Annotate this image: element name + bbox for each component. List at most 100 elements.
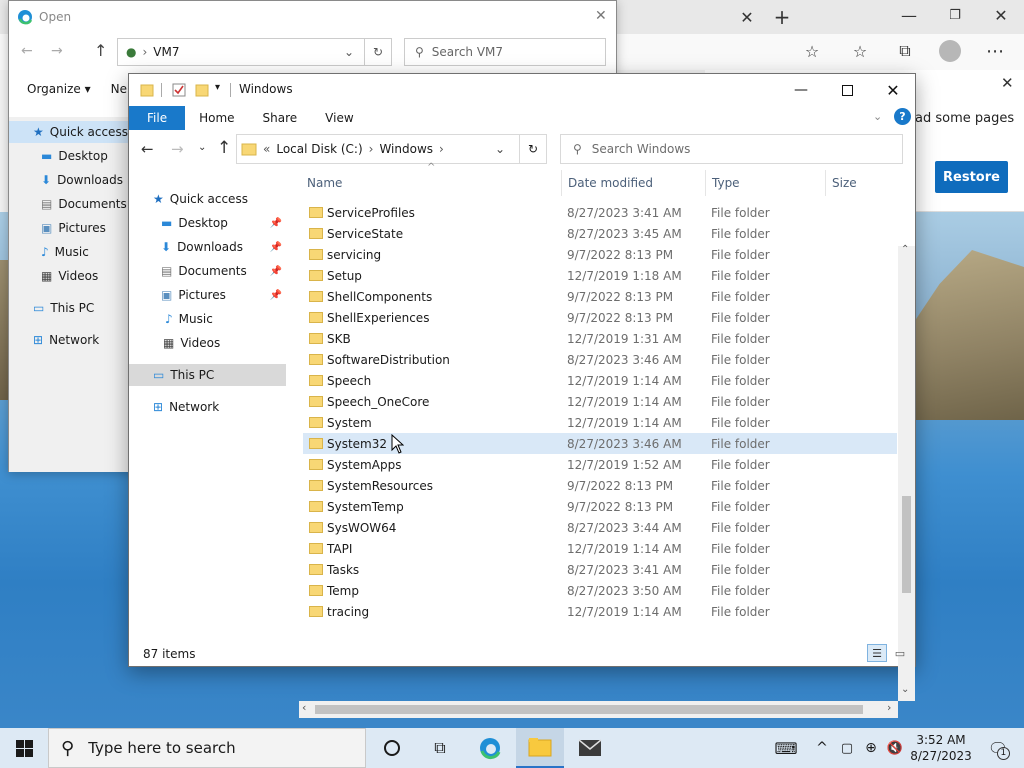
nav-this-pc[interactable]: ▭ This PC [129,364,286,386]
keyboard-icon[interactable]: ⌨ [764,728,808,768]
new-tab-icon[interactable]: + [770,5,794,29]
column-separator[interactable] [561,170,562,196]
back-arrow-icon[interactable]: ← [21,43,33,59]
column-separator[interactable] [825,170,826,196]
action-center-icon[interactable]: 🗨1 [978,728,1018,768]
show-hidden-icons-chevron-icon[interactable]: ^ [810,728,834,768]
nav-videos[interactable]: ▦ Videos [129,332,286,354]
vertical-scroll-thumb[interactable] [902,496,911,593]
column-header-date[interactable]: Date modified [568,170,653,196]
table-row[interactable]: Speech_OneCore 12/7/2019 1:14 AM File fold… [303,391,897,412]
properties-check-icon[interactable] [172,83,186,97]
open-dialog-close-icon[interactable]: ✕ [595,8,607,24]
table-row[interactable]: ShellComponents 9/7/2022 8:13 PM File fold… [303,286,897,307]
qat-dropdown-icon[interactable]: ▾ [215,82,220,93]
table-row[interactable]: TAPI 12/7/2019 1:14 AM File folder [303,538,897,559]
address-dropdown-icon[interactable]: ⌄ [344,45,354,59]
restore-window-icon[interactable]: ❐ [943,3,967,27]
open-nav-this-pc[interactable]: ▭ This PC [9,297,130,319]
table-row[interactable]: SoftwareDistribution 8/27/2023 3:46 AM Fil… [303,349,897,370]
column-header-name[interactable]: Name [307,170,342,196]
file-explorer-taskbar-icon[interactable] [516,728,564,768]
close-button[interactable]: ✕ [870,74,916,106]
tab-view[interactable]: View [311,106,367,130]
refresh-button[interactable]: ↻ [519,134,547,164]
recent-locations-icon[interactable]: ⌄ [198,142,206,153]
tab-file[interactable]: File [129,106,186,130]
expand-ribbon-icon[interactable]: ⌄ [873,110,882,123]
open-dialog-refresh-button[interactable]: ↻ [364,38,392,66]
table-row[interactable]: tracing 12/7/2019 1:14 AM File folder [303,601,897,622]
table-row[interactable]: System 12/7/2019 1:14 AM File folder [303,412,897,433]
table-row[interactable]: Speech 12/7/2019 1:14 AM File folder [303,370,897,391]
forward-button[interactable]: → [171,140,184,158]
breadcrumb-drive[interactable]: Local Disk (C:) [276,142,362,156]
open-nav-downloads[interactable]: ⬇ Downloads [9,169,130,191]
table-row[interactable]: SysWOW64 8/27/2023 3:44 AM File folder [303,517,897,538]
nav-music[interactable]: ♪ Music [129,308,286,330]
table-row[interactable]: ServiceProfiles 8/27/2023 3:41 AM File fol… [303,202,897,223]
nav-desktop[interactable]: ▬ Desktop 📌 [129,212,286,234]
maximize-button[interactable] [824,74,870,106]
close-icon[interactable]: ✕ [989,3,1013,27]
edge-taskbar-icon[interactable] [466,728,514,768]
pin-icon[interactable]: 📌 [270,242,282,253]
profile-avatar-icon[interactable] [938,39,962,63]
tab-home[interactable]: Home [185,106,248,130]
open-dialog-search-box[interactable]: ⚲ Search VM7 [404,38,606,66]
help-icon[interactable]: ? [894,108,911,125]
forward-arrow-icon[interactable]: → [51,43,63,59]
up-button[interactable]: ↑ [217,138,231,158]
meet-now-icon[interactable]: ▢ [836,728,858,768]
network-globe-icon[interactable]: ⊕ [860,728,882,768]
organize-button[interactable]: Organize ▾ [27,82,91,96]
details-view-icon[interactable]: ☰ [867,644,887,662]
cortana-icon[interactable] [368,728,416,768]
table-row[interactable]: SKB 12/7/2019 1:31 AM File folder [303,328,897,349]
open-nav-pictures[interactable]: ▣ Pictures [9,217,130,239]
table-row[interactable]: servicing 9/7/2022 8:13 PM File folder [303,244,897,265]
nav-downloads[interactable]: ⬇ Downloads 📌 [129,236,286,258]
open-dialog-address-bar[interactable]: ● › VM7 ⌄ [117,38,365,66]
table-row[interactable]: SystemResources 9/7/2022 8:13 PM File fold… [303,475,897,496]
table-row[interactable]: Temp 8/27/2023 3:50 AM File folder [303,580,897,601]
new-folder-button[interactable]: Ne [111,82,127,96]
scroll-down-icon[interactable]: ⌄ [901,684,909,695]
address-dropdown-icon[interactable]: ⌄ [495,142,505,156]
nav-quick-access[interactable]: ★ Quick access [129,188,286,210]
breadcrumb-folder[interactable]: Windows [379,142,433,156]
table-row[interactable]: SystemTemp 9/7/2022 8:13 PM File folder [303,496,897,517]
panel-close-icon[interactable]: ✕ [1001,74,1014,92]
start-button[interactable] [0,728,48,768]
tab-share[interactable]: Share [249,106,312,130]
more-options-icon[interactable]: ⋯ [983,39,1007,63]
scroll-up-icon[interactable]: ⌃ [901,244,909,255]
table-row[interactable]: ShellExperiences 9/7/2022 8:13 PM File fol… [303,307,897,328]
table-row[interactable]: Tasks 8/27/2023 3:41 AM File folder [303,559,897,580]
horizontal-scrollbar[interactable]: ‹ › [299,701,898,718]
column-header-type[interactable]: Type [712,170,740,196]
task-view-icon[interactable]: ⧉ [416,728,464,768]
favorites-icon[interactable]: ☆ [848,39,872,63]
collections-icon[interactable]: ⧉ [893,39,917,63]
breadcrumb-chevron[interactable]: › [369,142,374,156]
large-icons-view-icon[interactable]: ▭ [891,644,909,662]
back-button[interactable]: ← [141,140,154,158]
vertical-scrollbar[interactable]: ⌃ ⌄ [898,244,915,701]
minimize-button[interactable]: — [778,74,824,106]
tab-close-icon[interactable]: ✕ [735,5,759,29]
table-row[interactable]: Setup 12/7/2019 1:18 AM File folder [303,265,897,286]
restore-button[interactable]: Restore [935,161,1008,193]
nav-documents[interactable]: ▤ Documents 📌 [129,260,286,282]
new-folder-qat-icon[interactable] [195,83,209,97]
breadcrumb-overflow[interactable]: « [263,142,270,156]
open-nav-desktop[interactable]: ▬ Desktop [9,145,130,167]
pin-icon[interactable]: 📌 [270,266,282,277]
scroll-left-icon[interactable]: ‹ [302,701,306,714]
breadcrumb-chevron-2[interactable]: › [439,142,444,156]
open-nav-music[interactable]: ♪ Music [9,241,130,263]
nav-pictures[interactable]: ▣ Pictures 📌 [129,284,286,306]
search-box[interactable]: ⚲ Search Windows [560,134,903,164]
up-arrow-icon[interactable]: ↑ [94,41,107,60]
mail-taskbar-icon[interactable] [566,728,614,768]
